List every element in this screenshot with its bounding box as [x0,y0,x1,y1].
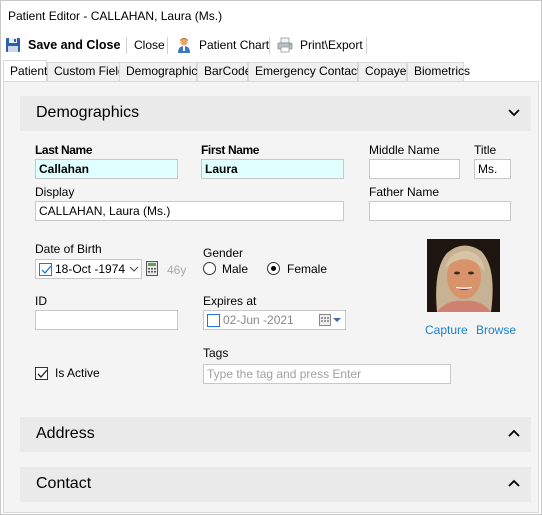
chevron-down-icon [507,107,521,117]
save-disk-icon [5,37,21,53]
chevron-up-icon [507,478,521,488]
toolbar-separator [366,37,367,54]
demographics-section-title: Demographics [36,104,139,122]
tab-emergency-contacts[interactable]: Emergency Contacts [248,62,358,81]
address-section-header[interactable]: Address [20,417,531,452]
date-of-birth-value: 18-Oct -1974 [55,262,125,276]
toolbar: Save and Close Close Patient Chart [1,33,541,57]
tab-patient[interactable]: Patient [3,60,47,81]
display-input[interactable]: CALLAHAN, Laura (Ms.) [35,201,344,221]
first-name-input[interactable]: Laura [201,159,344,179]
patient-chart-button[interactable]: Patient Chart [176,33,269,57]
printer-icon [277,37,293,53]
is-active-checkbox[interactable] [35,367,48,380]
contact-section-title: Contact [36,475,91,493]
checkmark-icon [36,368,49,381]
browse-photo-link[interactable]: Browse [476,323,516,337]
date-of-birth-label: Date of Birth [35,242,102,256]
expires-at-label: Expires at [203,294,256,308]
patient-editor-window: Patient Editor - CALLAHAN, Laura (Ms.) S… [0,0,542,515]
is-active-label[interactable]: Is Active [55,366,100,380]
tab-demographics[interactable]: Demographics [119,62,197,81]
dropdown-chevron-icon[interactable] [129,266,139,273]
title-bar: Patient Editor - CALLAHAN, Laura (Ms.) [1,1,541,31]
id-label: ID [35,294,47,308]
father-name-input[interactable] [369,201,511,221]
close-label: Close [134,38,165,52]
expires-at-value: 02-Jun -2021 [223,313,294,327]
gender-label: Gender [203,246,243,260]
expires-at-checkbox[interactable] [207,314,220,327]
last-name-label: Last Name [35,143,92,157]
date-of-birth-checkbox[interactable] [39,263,52,276]
middle-name-input[interactable] [369,159,460,179]
middle-name-label: Middle Name [369,143,440,157]
title-label: Title [474,143,496,157]
capture-photo-link[interactable]: Capture [425,323,468,337]
patient-tab-panel: Demographics Last Name Callahan First Na… [3,81,539,513]
tags-label: Tags [203,346,228,360]
toolbar-separator [167,37,168,54]
save-and-close-label: Save and Close [28,38,120,52]
address-section-title: Address [36,425,95,443]
chevron-up-icon [507,428,521,438]
print-export-label: Print\Export [300,38,363,52]
patient-user-icon [176,37,192,53]
calendar-dropdown-icon[interactable] [319,314,343,327]
tab-custom-fields[interactable]: Custom Fields [47,62,120,81]
patient-chart-label: Patient Chart [199,38,269,52]
date-of-birth-picker[interactable]: 18-Oct -1974 [35,259,142,279]
toolbar-separator [269,37,270,54]
print-export-button[interactable]: Print\Export [277,33,363,57]
contact-section-header[interactable]: Contact [20,467,531,502]
close-button[interactable]: Close [134,33,165,57]
calculator-icon[interactable] [146,261,158,276]
first-name-label: First Name [201,143,259,157]
patient-photo [427,239,500,312]
gender-female-radio[interactable] [267,262,280,275]
tab-biometrics[interactable]: Biometrics [407,62,464,81]
gender-female-label[interactable]: Female [287,262,327,276]
father-name-label: Father Name [369,185,439,199]
last-name-input[interactable]: Callahan [35,159,178,179]
save-and-close-button[interactable]: Save and Close [5,33,120,57]
checkmark-icon [40,264,53,277]
tab-copayers[interactable]: Copayers [358,62,407,81]
id-input[interactable] [35,310,178,330]
expires-at-picker[interactable]: 02-Jun -2021 [203,310,346,330]
window-title: Patient Editor - CALLAHAN, Laura (Ms.) [8,9,222,23]
gender-male-radio[interactable] [203,262,216,275]
toolbar-separator [126,37,127,54]
gender-male-label[interactable]: Male [222,262,248,276]
tags-input[interactable]: Type the tag and press Enter [203,364,451,384]
age-label: 46y [167,263,186,277]
display-label: Display [35,185,74,199]
tab-strip: Patient Custom Fields Demographics BarCo… [1,60,541,81]
title-input[interactable]: Ms. [474,159,511,179]
demographics-section-header[interactable]: Demographics [20,96,531,131]
tab-barcode[interactable]: BarCode [197,62,248,81]
